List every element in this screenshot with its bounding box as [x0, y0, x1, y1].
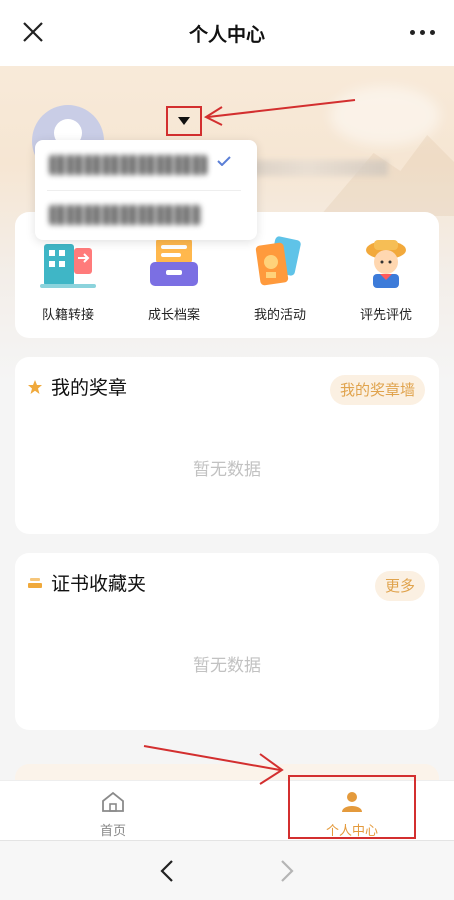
nav-item-growth-archive[interactable]: 成长档案 — [121, 234, 227, 324]
activity-cards-icon — [255, 236, 301, 286]
medals-empty-text: 暂无数据 — [193, 460, 261, 480]
nav-item-team-transfer[interactable]: 队籍转接 — [15, 234, 121, 324]
nav-item-label: 我的活动 — [253, 308, 306, 323]
tab-personal-center[interactable]: 个人中心 — [288, 775, 416, 839]
account-dropdown-toggle[interactable] — [166, 106, 202, 136]
certificates-card: 证书收藏夹 更多 暂无数据 — [15, 553, 439, 730]
nav-item-label: 队籍转接 — [41, 308, 94, 323]
account-dropdown-menu — [35, 140, 257, 240]
more-icon[interactable] — [410, 26, 436, 38]
nav-item-evaluation[interactable]: 评先评优 — [333, 234, 439, 324]
medal-wall-button[interactable]: 我的奖章墙 — [329, 375, 425, 405]
nav-item-my-activities[interactable]: 我的活动 — [227, 234, 333, 324]
back-icon[interactable] — [154, 857, 182, 885]
building-transfer-icon — [40, 244, 96, 288]
certificates-title: 证书收藏夹 — [27, 569, 146, 596]
top-bar: 个人中心 — [0, 0, 454, 66]
medals-title: 我的奖章 — [27, 373, 127, 400]
browser-bottom-nav — [0, 840, 454, 900]
medals-title-text: 我的奖章 — [51, 377, 128, 399]
account-option-selected[interactable] — [35, 140, 257, 190]
stack-icon — [28, 577, 42, 588]
account-option[interactable] — [35, 190, 257, 240]
student-avatar-icon — [366, 240, 406, 288]
redacted-account-name — [49, 205, 201, 225]
page-title: 个人中心 — [188, 23, 265, 46]
tab-personal-center-label: 个人中心 — [325, 824, 378, 839]
nav-item-label: 成长档案 — [147, 308, 200, 323]
cloud-decoration — [330, 86, 440, 146]
forward-icon[interactable] — [272, 857, 300, 885]
certificates-empty-text: 暂无数据 — [193, 656, 261, 676]
check-icon — [217, 156, 231, 166]
certificates-title-text: 证书收藏夹 — [51, 573, 147, 595]
archive-box-icon — [150, 238, 198, 286]
close-icon[interactable] — [20, 19, 46, 45]
tab-home-label: 首页 — [99, 824, 126, 839]
star-icon — [28, 379, 42, 394]
medals-card: 我的奖章 我的奖章墙 暂无数据 — [15, 357, 439, 534]
home-icon — [102, 791, 124, 812]
nav-item-label: 评先评优 — [359, 308, 412, 323]
tab-home[interactable]: 首页 — [78, 781, 148, 841]
caret-down-icon — [178, 117, 190, 125]
redacted-account-name — [49, 155, 207, 175]
more-button[interactable]: 更多 — [374, 571, 425, 601]
tab-bar: 首页 个人中心 — [0, 775, 454, 841]
user-icon — [342, 792, 362, 812]
